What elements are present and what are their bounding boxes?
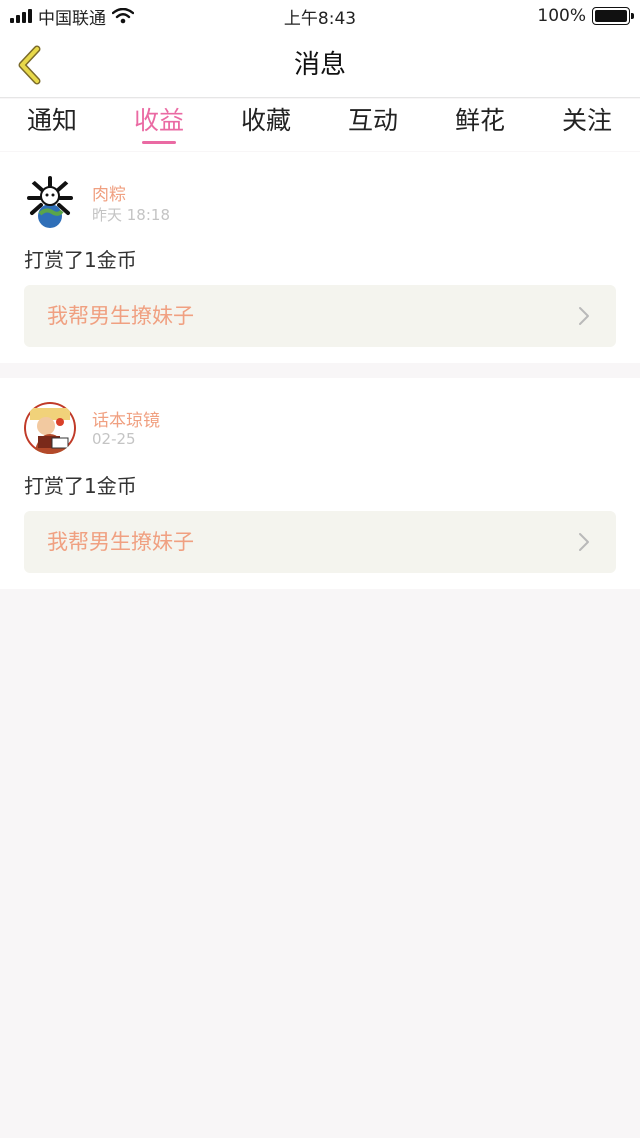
message-time: 02-25 — [92, 430, 136, 448]
tab-label: 互动 — [347, 106, 398, 135]
tab-notifications[interactable]: 通知 — [7, 99, 97, 151]
status-bar: 中国联通 上午8:43 100% — [0, 0, 640, 32]
work-title: 我帮男生撩妹子 — [47, 530, 194, 554]
chevron-right-icon — [579, 533, 589, 551]
work-title: 我帮男生撩妹子 — [47, 304, 194, 328]
message-time: 昨天 18:18 — [92, 206, 170, 224]
avatar[interactable] — [24, 176, 76, 228]
avatar-image — [24, 176, 76, 228]
tab-following[interactable]: 关注 — [542, 99, 632, 151]
tab-flowers[interactable]: 鲜花 — [435, 99, 525, 151]
tab-interactions[interactable]: 互动 — [328, 99, 418, 151]
tab-label: 通知 — [26, 106, 77, 135]
tab-label: 关注 — [561, 106, 612, 135]
avatar-image — [24, 402, 76, 454]
chevron-right-icon — [579, 307, 589, 325]
work-link[interactable]: 我帮男生撩妹子 — [24, 285, 616, 347]
wifi-icon — [112, 8, 134, 24]
message-card: 肉粽 昨天 18:18 打赏了1金币 我帮男生撩妹子 — [0, 152, 640, 363]
tab-favorites[interactable]: 收藏 — [221, 99, 311, 151]
battery-icon — [592, 7, 634, 25]
message-text: 打赏了1金币 — [24, 248, 137, 272]
active-tab-indicator — [142, 141, 176, 144]
tab-label: 收藏 — [240, 106, 291, 135]
page-title: 消息 — [293, 50, 346, 80]
message-text: 打赏了1金币 — [24, 474, 137, 498]
work-link[interactable]: 我帮男生撩妹子 — [24, 511, 616, 573]
battery-percent: 100% — [537, 6, 586, 26]
nav-bar: 消息 — [0, 32, 640, 98]
tab-label: 收益 — [133, 106, 184, 135]
status-left: 中国联通 — [10, 4, 134, 29]
signal-bars-icon — [10, 9, 32, 23]
status-right: 100% — [537, 6, 634, 26]
tab-bar: 通知 收益 收藏 互动 鲜花 关注 — [0, 99, 640, 151]
tab-label: 鲜花 — [454, 106, 505, 135]
carrier-label: 中国联通 — [38, 8, 106, 29]
message-card: 话本琼镜 02-25 打赏了1金币 我帮男生撩妹子 — [0, 378, 640, 589]
username[interactable]: 肉粽 — [92, 180, 126, 205]
tab-earnings[interactable]: 收益 — [114, 99, 204, 151]
avatar[interactable] — [24, 402, 76, 454]
username[interactable]: 话本琼镜 — [92, 406, 160, 431]
